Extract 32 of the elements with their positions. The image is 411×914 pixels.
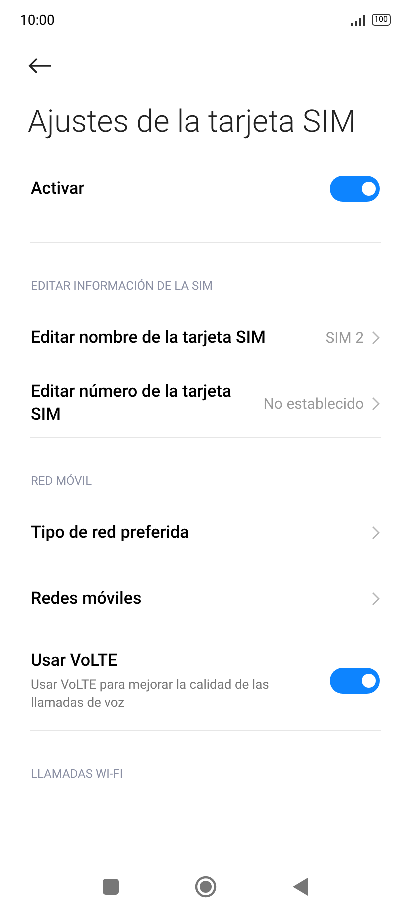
section-header: LLAMADAS WI-FI [30, 766, 124, 783]
settings-row[interactable]: Usar VoLTE Usar VoLTE para mejorar la calidad de las llamadas de voz [0, 632, 411, 730]
chevron-icon [372, 397, 380, 411]
row-label: Redes móviles [31, 588, 143, 610]
row-label: Editar número de la tarjeta SIM [31, 381, 233, 427]
settings-row[interactable]: Tipo de red preferida [0, 500, 411, 566]
chevron-icon [372, 331, 380, 345]
row-value: No establecido [264, 394, 364, 415]
settings-row[interactable]: Redes móviles [0, 566, 411, 632]
section-header: EDITAR INFORMACIÓN DE LA SIM [30, 278, 214, 295]
settings-row[interactable]: Editar número de la tarjeta SIM No establecido [0, 371, 411, 437]
row-label: Usar VoLTE [31, 650, 119, 672]
toggle-switch[interactable] [330, 668, 380, 694]
row-label: Tipo de red preferida [31, 522, 190, 544]
settings-row[interactable]: Editar nombre de la tarjeta SIM SIM 2 [0, 305, 411, 371]
row-label: Editar nombre de la tarjeta SIM [31, 326, 267, 350]
toggle-switch[interactable] [330, 176, 380, 202]
section-header: RED MÓVIL [30, 473, 94, 490]
row-label: Activar [31, 178, 86, 200]
chevron-icon [372, 592, 380, 606]
row-description: Usar VoLTE para mejorar la calidad de las llamadas de voz [31, 676, 270, 712]
back-button[interactable] [293, 878, 308, 896]
battery-indicator: 100 [372, 14, 391, 26]
row-value: SIM 2 [326, 328, 364, 349]
status-time: 10:00 [20, 12, 55, 30]
recents-button[interactable] [103, 879, 119, 895]
signal-icon [350, 14, 366, 26]
chevron-icon [372, 526, 380, 540]
home-button[interactable] [195, 876, 217, 898]
settings-row[interactable]: Activar [0, 156, 411, 222]
back-arrow-icon[interactable] [28, 58, 52, 74]
page-title: Ajustes de la tarjeta SIM [27, 102, 358, 142]
